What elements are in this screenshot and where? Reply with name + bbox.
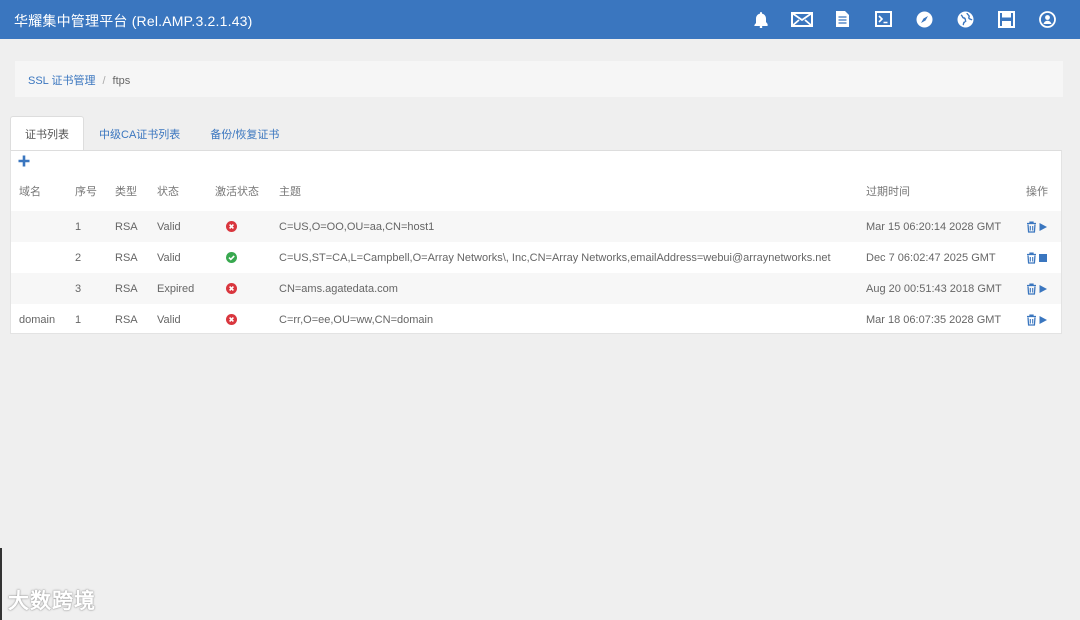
cell-seq: 3 xyxy=(75,282,82,295)
cell-ops xyxy=(1026,273,1061,304)
col-expire: 过期时间 xyxy=(866,186,910,198)
trash-icon[interactable] xyxy=(1026,221,1037,233)
terminal-icon[interactable] xyxy=(863,9,904,29)
cell-status: Valid xyxy=(157,313,181,326)
cell-domain xyxy=(11,242,75,273)
app-title: 华耀集中管理平台 (Rel.AMP.3.2.1.43) xyxy=(14,13,253,29)
play-icon[interactable] xyxy=(1038,315,1048,325)
cell-domain xyxy=(11,211,75,242)
inactive-x-icon xyxy=(226,221,237,233)
tab-intermediate-ca[interactable]: 中级CA证书列表 xyxy=(84,116,195,151)
cell-subject: C=US,O=OO,OU=aa,CN=host1 xyxy=(279,220,435,233)
tab-bar: 证书列表 中级CA证书列表 备份/恢复证书 xyxy=(10,116,294,151)
trash-icon[interactable] xyxy=(1026,252,1037,264)
cell-seq: 1 xyxy=(75,220,82,233)
cell-ops xyxy=(1026,211,1061,242)
save-icon[interactable] xyxy=(986,9,1027,29)
trash-icon[interactable] xyxy=(1026,283,1037,295)
left-edge-divider xyxy=(0,548,2,620)
breadcrumb-current: ftps xyxy=(112,75,131,87)
col-domain: 域名 xyxy=(19,186,41,198)
col-status: 状态 xyxy=(157,186,179,198)
cell-type: RSA xyxy=(115,220,138,233)
toolbar-icons xyxy=(740,9,1068,29)
cell-expire: Dec 7 06:02:47 2025 GMT xyxy=(866,251,996,264)
col-active: 激活状态 xyxy=(215,186,259,198)
cert-table: 域名 序号 类型 状态 激活状态 主题 过期时间 操作 1 RSA Valid … xyxy=(11,183,1061,335)
compass-icon[interactable] xyxy=(904,9,945,29)
cell-subject: C=rr,O=ee,OU=ww,CN=domain xyxy=(279,313,434,326)
top-bar: 华耀集中管理平台 (Rel.AMP.3.2.1.43) xyxy=(0,0,1080,39)
cell-active xyxy=(215,304,279,335)
cell-subject: CN=ams.agatedata.com xyxy=(279,282,398,295)
cell-ops xyxy=(1026,304,1061,335)
cert-panel: 域名 序号 类型 状态 激活状态 主题 过期时间 操作 1 RSA Valid … xyxy=(10,150,1062,334)
cell-active xyxy=(215,211,279,242)
plus-icon xyxy=(18,155,30,167)
cell-status: Valid xyxy=(157,251,181,264)
cell-ops xyxy=(1026,242,1061,273)
cell-type: RSA xyxy=(115,313,138,326)
globe-icon[interactable] xyxy=(945,9,986,29)
play-icon[interactable] xyxy=(1038,222,1048,232)
table-row: 2 RSA Valid C=US,ST=CA,L=Campbell,O=Arra… xyxy=(11,242,1061,273)
cell-subject: C=US,ST=CA,L=Campbell,O=Array Networks\,… xyxy=(279,251,831,264)
inactive-x-icon xyxy=(226,314,237,326)
table-row: 3 RSA Expired CN=ams.agatedata.com Aug 2… xyxy=(11,273,1061,304)
table-row: domain 1 RSA Valid C=rr,O=ee,OU=ww,CN=do… xyxy=(11,304,1061,335)
cell-seq: 1 xyxy=(75,313,82,326)
cell-expire: Mar 15 06:20:14 2028 GMT xyxy=(866,220,1002,233)
breadcrumb-separator: / xyxy=(102,75,106,87)
cell-active xyxy=(215,242,279,273)
breadcrumb-link-ssl[interactable]: SSL 证书管理 xyxy=(28,75,95,87)
cell-domain xyxy=(11,273,75,304)
col-seq: 序号 xyxy=(75,186,97,198)
tab-cert-list[interactable]: 证书列表 xyxy=(10,116,84,151)
user-icon[interactable] xyxy=(1027,9,1068,29)
col-subject: 主题 xyxy=(279,186,301,198)
active-check-icon xyxy=(226,252,237,264)
watermark: 大数跨境 xyxy=(8,590,96,613)
cell-expire: Mar 18 06:07:35 2028 GMT xyxy=(866,313,1002,326)
breadcrumb: SSL 证书管理 / ftps xyxy=(15,61,1063,97)
cell-domain: domain xyxy=(19,313,56,326)
trash-icon[interactable] xyxy=(1026,314,1037,326)
stop-icon[interactable] xyxy=(1038,253,1048,263)
inactive-x-icon xyxy=(226,283,237,295)
play-icon[interactable] xyxy=(1038,284,1048,294)
add-button[interactable] xyxy=(17,154,31,168)
cell-type: RSA xyxy=(115,251,138,264)
cell-status: Expired xyxy=(157,282,195,295)
bell-icon[interactable] xyxy=(740,9,781,29)
document-icon[interactable] xyxy=(822,9,863,29)
tab-backup-restore[interactable]: 备份/恢复证书 xyxy=(195,116,294,151)
table-header-row: 域名 序号 类型 状态 激活状态 主题 过期时间 操作 xyxy=(11,183,1061,211)
cell-active xyxy=(215,273,279,304)
cell-expire: Aug 20 00:51:43 2018 GMT xyxy=(866,282,1002,295)
col-type: 类型 xyxy=(115,186,137,198)
cell-status: Valid xyxy=(157,220,181,233)
cell-type: RSA xyxy=(115,282,138,295)
col-ops: 操作 xyxy=(1026,186,1048,198)
table-row: 1 RSA Valid C=US,O=OO,OU=aa,CN=host1 Mar… xyxy=(11,211,1061,242)
mail-icon[interactable] xyxy=(781,9,822,29)
cell-seq: 2 xyxy=(75,251,82,264)
